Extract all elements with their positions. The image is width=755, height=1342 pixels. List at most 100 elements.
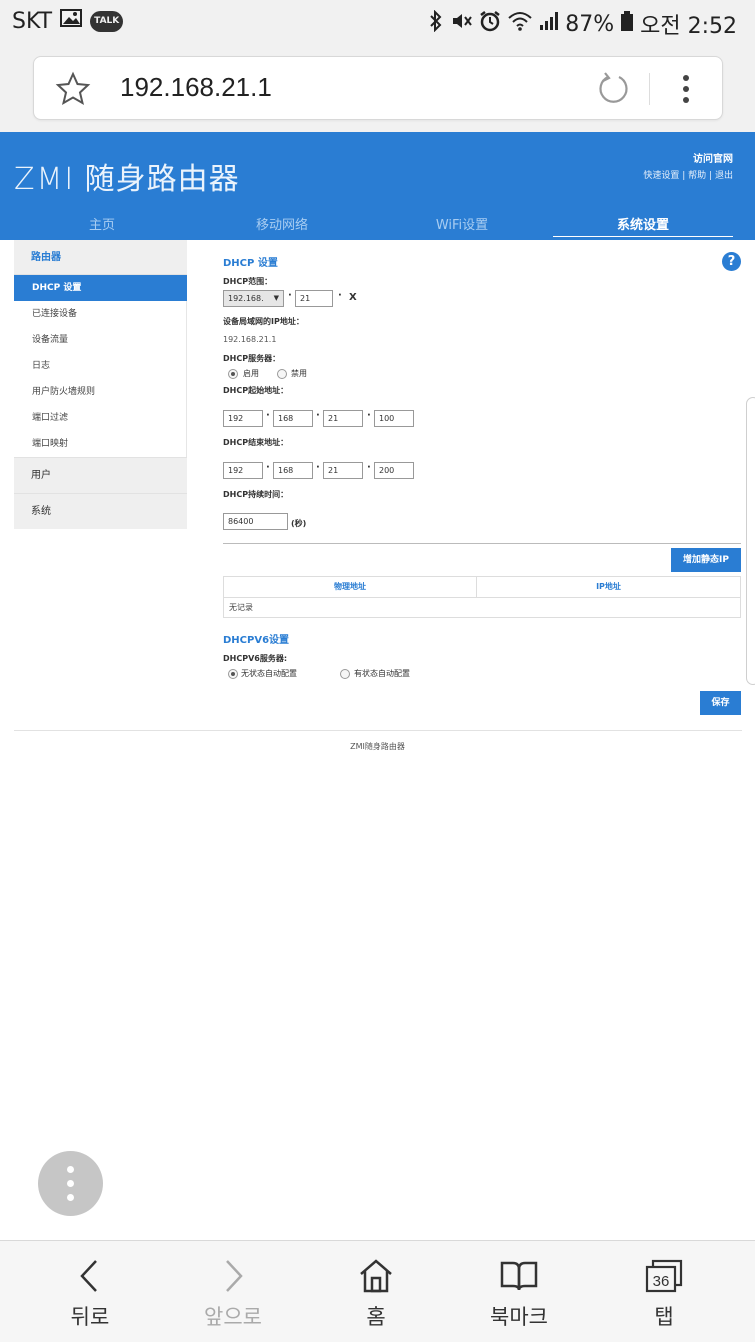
router-logo: ZMI 随身路由器 xyxy=(14,154,240,198)
sidebar-item-firewall-rules[interactable]: 用户防火墙规则 xyxy=(14,379,187,405)
dhcp-range-wildcard: X xyxy=(349,292,357,303)
logo-brand: ZMI xyxy=(14,162,76,197)
column-header-mac: 物理地址 xyxy=(224,577,477,597)
scroll-indicator[interactable] xyxy=(746,397,755,685)
mute-icon xyxy=(451,10,473,38)
carrier-name: SKT xyxy=(12,8,53,34)
tab-home[interactable]: 主页 xyxy=(12,214,192,233)
dhcp-start-octet-1[interactable]: 192 xyxy=(223,410,263,427)
dropdown-arrow-icon: ▼ xyxy=(273,294,279,302)
signal-icon xyxy=(539,10,559,38)
dhcpv6-stateful-radio[interactable] xyxy=(340,669,350,679)
tabs-icon: 36 xyxy=(604,1255,724,1297)
address-bar[interactable]: 192.168.21.1 xyxy=(33,56,723,120)
reload-icon[interactable] xyxy=(594,70,632,108)
dhcpv6-server-label: DHCPV6服务器: xyxy=(223,654,288,663)
sidebar-item-dhcp[interactable]: DHCP 设置 xyxy=(14,275,187,301)
bookmark-star-icon[interactable] xyxy=(54,70,92,108)
sidebar-group-router[interactable]: 路由器 xyxy=(14,240,187,275)
dhcp-end-octet-2[interactable]: 168 xyxy=(273,462,313,479)
dot-separator: · xyxy=(367,410,371,421)
dhcp-range-prefix: 192.168. xyxy=(228,294,264,303)
column-header-ip: IP地址 xyxy=(596,582,621,591)
dhcp-lease-label: DHCP持续时间： xyxy=(223,490,289,499)
status-left: SKT TALK xyxy=(12,8,124,34)
add-static-ip-button[interactable]: 增加静态IP xyxy=(671,548,741,572)
static-ip-table: 物理地址 IP地址 无记录 xyxy=(223,576,741,618)
footer-divider xyxy=(14,730,742,731)
chevron-left-icon xyxy=(30,1255,150,1297)
bluetooth-icon xyxy=(427,9,445,38)
sidebar-item-device-traffic[interactable]: 设备流量 xyxy=(14,327,187,353)
link-separator: | xyxy=(709,171,713,181)
section-divider xyxy=(223,543,741,544)
sidebar: 路由器 DHCP 设置 已连接设备 设备流量 日志 用户防火墙规则 端口过滤 端… xyxy=(14,240,187,529)
tab-mobile-network[interactable]: 移动网络 xyxy=(192,214,372,233)
tab-system-settings[interactable]: 系统设置 xyxy=(553,214,733,237)
dot-separator: · xyxy=(288,290,292,301)
dhcpv6-stateless-radio[interactable] xyxy=(228,669,238,679)
dhcp-server-label: DHCP服务器： xyxy=(223,354,281,363)
quick-setup-link[interactable]: 快速设置 xyxy=(643,171,679,181)
sidebar-group-user[interactable]: 用户 xyxy=(14,457,187,493)
sidebar-item-log[interactable]: 日志 xyxy=(14,353,187,379)
dhcpv6-title: DHCPV6设置 xyxy=(223,635,290,646)
dhcp-lease-input[interactable]: 86400 xyxy=(223,513,288,530)
dhcp-end-octet-3[interactable]: 21 xyxy=(323,462,363,479)
dot-separator: · xyxy=(316,410,320,421)
dhcp-end-octet-1[interactable]: 192 xyxy=(223,462,263,479)
dhcp-lease-unit: (秒) xyxy=(291,519,307,528)
table-empty-row: 无记录 xyxy=(229,603,253,612)
sidebar-item-connected-devices[interactable]: 已连接设备 xyxy=(14,301,187,327)
dhcp-range-select[interactable]: 192.168. ▼ xyxy=(223,290,284,307)
dhcp-range-third-octet[interactable]: 21 xyxy=(295,290,333,307)
wifi-icon xyxy=(507,10,533,38)
bottom-nav: 뒤로 앞으로 홈 북마크 36 탭 xyxy=(0,1240,755,1342)
dhcp-disable-radio[interactable] xyxy=(277,369,287,379)
clock: 오전 2:52 xyxy=(640,14,737,39)
save-button[interactable]: 保存 xyxy=(700,691,741,715)
help-icon[interactable]: ? xyxy=(722,252,741,271)
gallery-icon xyxy=(60,8,83,34)
header-links: 访问官网 快速设置 | 帮助 | 退出 xyxy=(643,150,733,181)
dhcp-range-label: DHCP范围： xyxy=(223,277,273,286)
home-label: 홈 xyxy=(366,1305,386,1329)
status-bar: SKT TALK 87% 오전 2:52 xyxy=(0,0,755,46)
browser-toolbar: 192.168.21.1 xyxy=(0,46,755,132)
link-separator: | xyxy=(682,171,686,181)
url-text[interactable]: 192.168.21.1 xyxy=(120,72,272,103)
back-button[interactable]: 뒤로 xyxy=(30,1255,150,1331)
dot-separator: · xyxy=(266,462,270,473)
tab-count: 36 xyxy=(653,1273,670,1290)
dot-separator: · xyxy=(266,410,270,421)
dhcp-enable-label: 启用 xyxy=(243,369,259,378)
tab-wifi-settings[interactable]: WiFi设置 xyxy=(372,214,552,233)
kakaotalk-icon: TALK xyxy=(90,10,124,32)
home-button[interactable]: 홈 xyxy=(316,1255,436,1331)
dhcp-start-octet-4[interactable]: 100 xyxy=(374,410,414,427)
visit-site-link[interactable]: 访问官网 xyxy=(643,150,733,165)
dhcp-enable-radio[interactable] xyxy=(228,369,238,379)
sidebar-item-port-mapping[interactable]: 端口映射 xyxy=(14,431,187,457)
dhcpv6-stateless-label: 无状态自动配置 xyxy=(241,669,297,678)
forward-button[interactable]: 앞으로 xyxy=(173,1255,293,1331)
help-link[interactable]: 帮助 xyxy=(688,171,706,181)
dhcp-start-octet-2[interactable]: 168 xyxy=(273,410,313,427)
dhcp-end-octet-4[interactable]: 200 xyxy=(374,462,414,479)
sidebar-group-system[interactable]: 系统 xyxy=(14,493,187,529)
book-icon xyxy=(459,1255,579,1297)
address-divider xyxy=(649,73,650,105)
sidebar-item-port-filter[interactable]: 端口过滤 xyxy=(14,405,187,431)
footer-text: ZMI随身路由器 xyxy=(350,742,405,751)
lan-ip-value: 192.168.21.1 xyxy=(223,335,277,344)
more-vert-icon[interactable] xyxy=(674,71,698,107)
alarm-icon xyxy=(479,10,501,38)
logout-link[interactable]: 退出 xyxy=(715,171,733,181)
router-header: ZMI 随身路由器 访问官网 快速设置 | 帮助 | 退出 主页 移动网络 Wi… xyxy=(0,132,755,240)
bookmarks-button[interactable]: 북마크 xyxy=(459,1255,579,1331)
dot-separator: · xyxy=(338,290,342,301)
fab-dot xyxy=(67,1180,74,1187)
floating-menu-button[interactable] xyxy=(38,1151,103,1216)
dhcp-start-octet-3[interactable]: 21 xyxy=(323,410,363,427)
tabs-button[interactable]: 36 탭 xyxy=(604,1255,724,1331)
